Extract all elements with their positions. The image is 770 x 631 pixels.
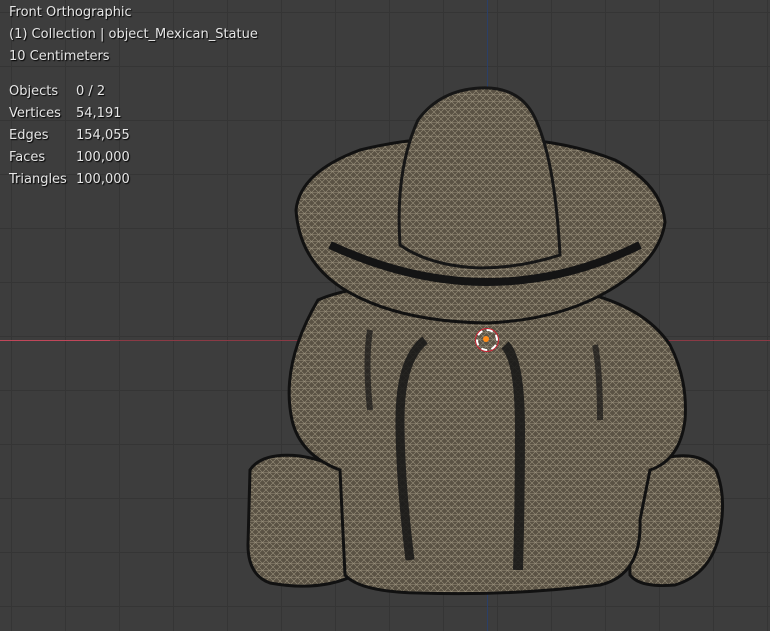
stat-value: 0 / 2: [76, 84, 106, 99]
stat-label: Vertices: [9, 106, 61, 121]
stat-label: Objects: [9, 84, 59, 99]
scene-statistics: Objects 0 / 2 Vertices 54,191 Edges 154,…: [9, 81, 258, 191]
object-origin-icon: [483, 336, 489, 342]
stat-value: 54,191: [76, 106, 122, 121]
stat-label: Edges: [9, 128, 49, 143]
view-name: Front Orthographic: [9, 5, 132, 20]
scale-label: 10 Centimeters: [9, 49, 110, 64]
collection-label: (1) Collection | object_Mexican_Statue: [9, 27, 258, 42]
stat-label: Faces: [9, 150, 46, 165]
3d-viewport[interactable]: Front Orthographic (1) Collection | obje…: [0, 0, 770, 631]
stat-label: Triangles: [9, 172, 67, 187]
viewport-text-info: Front Orthographic (1) Collection | obje…: [9, 2, 258, 191]
stat-value: 100,000: [76, 172, 130, 187]
stat-value: 154,055: [76, 128, 130, 143]
stat-value: 100,000: [76, 150, 130, 165]
